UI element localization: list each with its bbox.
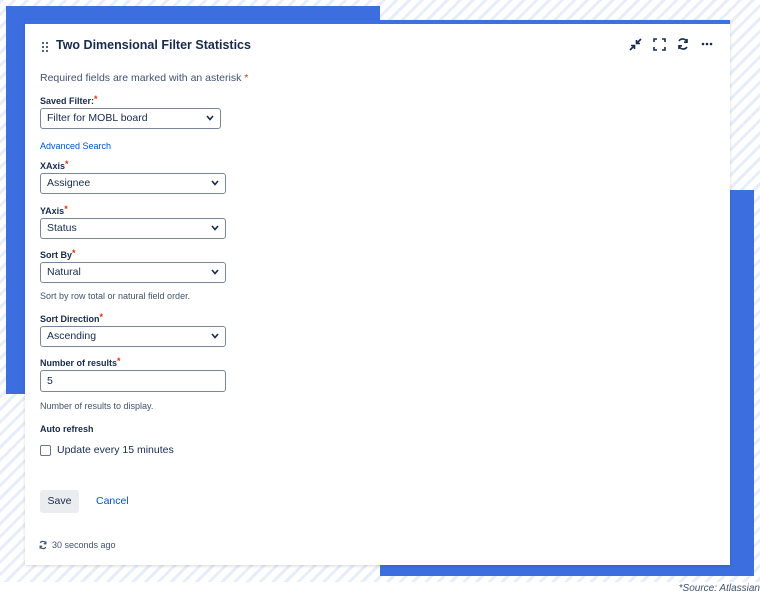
yaxis-select[interactable]: Status	[40, 218, 226, 239]
fullscreen-icon[interactable]	[652, 37, 666, 51]
advanced-search-link[interactable]: Advanced Search	[40, 141, 111, 151]
cancel-button[interactable]: Cancel	[96, 495, 129, 507]
number-of-results-help: Number of results to display.	[40, 401, 154, 411]
xaxis-select[interactable]: Assignee	[40, 173, 226, 194]
refresh-icon[interactable]	[676, 37, 690, 51]
chevron-down-icon	[211, 225, 219, 231]
sort-direction-select[interactable]: Ascending	[40, 326, 226, 347]
chevron-down-icon	[211, 333, 219, 339]
sort-by-label: Sort By*	[40, 248, 76, 260]
saved-filter-select[interactable]: Filter for MOBL board	[40, 108, 221, 129]
last-refreshed-text: 30 seconds ago	[52, 540, 116, 550]
xaxis-label: XAxis*	[40, 159, 69, 171]
number-of-results-label: Number of results*	[40, 356, 121, 368]
chevron-down-icon	[211, 269, 219, 275]
minimize-icon[interactable]	[628, 37, 642, 51]
chevron-down-icon	[206, 115, 214, 121]
drag-handle-icon[interactable]	[40, 41, 50, 53]
auto-refresh-checkbox-label[interactable]: Update every 15 minutes	[57, 444, 174, 456]
gadget-header: Two Dimensional Filter Statistics	[25, 24, 730, 68]
auto-refresh-label: Auto refresh	[40, 424, 94, 434]
more-icon[interactable]	[700, 37, 714, 51]
yaxis-label: YAxis*	[40, 204, 68, 216]
saved-filter-label: Saved Filter:*	[40, 94, 98, 106]
number-of-results-input[interactable]: 5	[40, 370, 226, 392]
sort-by-help: Sort by row total or natural field order…	[40, 291, 191, 301]
required-fields-note: Required fields are marked with an aster…	[40, 72, 249, 84]
save-button[interactable]: Save	[40, 490, 79, 513]
header-actions	[628, 37, 714, 51]
gadget-card: Two Dimensional Filter Statistics Requir…	[25, 20, 730, 565]
auto-refresh-row: Update every 15 minutes	[40, 444, 174, 456]
gadget-title: Two Dimensional Filter Statistics	[56, 38, 251, 52]
refresh-icon	[39, 540, 47, 550]
gadget-footer: 30 seconds ago	[38, 540, 116, 550]
source-caption: *Source: Atlassian	[678, 583, 760, 594]
chevron-down-icon	[211, 180, 219, 186]
sort-direction-label: Sort Direction*	[40, 312, 104, 324]
required-asterisk: *	[244, 72, 249, 84]
sort-by-select[interactable]: Natural	[40, 262, 226, 283]
auto-refresh-checkbox[interactable]	[40, 444, 51, 456]
